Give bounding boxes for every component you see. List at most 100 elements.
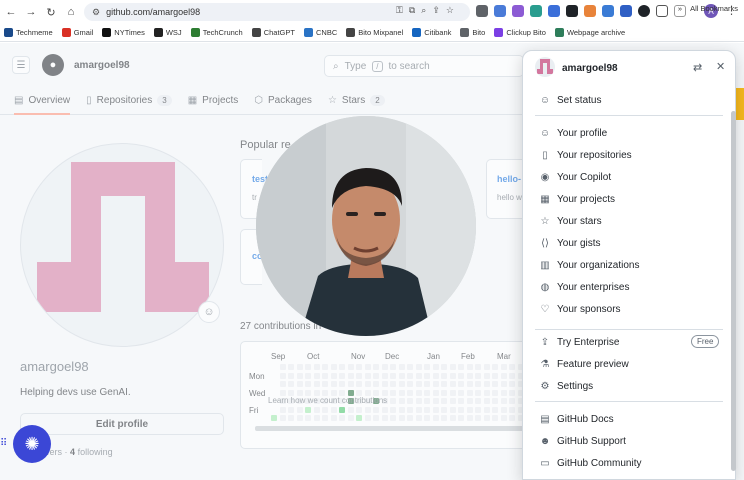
extension-icon[interactable]: [584, 5, 596, 17]
bookmark-item[interactable]: Clickup Bito: [494, 28, 546, 37]
bookmark-favicon-icon: [460, 28, 470, 37]
bookmark-item[interactable]: Techmeme: [4, 28, 53, 37]
extension-icon[interactable]: [476, 5, 488, 17]
menu-your-gists[interactable]: ⟨⟩ Your gists: [539, 237, 601, 249]
bookmark-label: NYTimes: [114, 28, 145, 37]
sparkle-icon: ✺: [24, 433, 40, 454]
bookmark-item[interactable]: Bito: [460, 28, 485, 37]
menu-your-projects[interactable]: ▦ Your projects: [539, 193, 615, 205]
bookmark-label: ChatGPT: [263, 28, 295, 37]
gear-icon: ⚙: [540, 380, 550, 392]
bookmark-favicon-icon: [494, 28, 504, 37]
extension-icon[interactable]: [602, 5, 614, 17]
menu-github-docs[interactable]: ▤ GitHub Docs: [539, 413, 614, 425]
extension-icon[interactable]: [494, 5, 506, 17]
menu-label: Your gists: [557, 237, 601, 249]
bookmark-item[interactable]: NYTimes: [102, 28, 145, 37]
menu-feature-preview[interactable]: ⚗ Feature preview: [539, 358, 629, 370]
menu-label: GitHub Docs: [557, 413, 614, 425]
menu-your-repositories[interactable]: ▯ Your repositories: [539, 149, 632, 161]
copilot-icon: ◉: [540, 171, 550, 183]
bookmark-favicon-icon: [554, 28, 564, 37]
bookmark-item[interactable]: Citibank: [412, 28, 451, 37]
menu-your-copilot[interactable]: ◉ Your Copilot: [539, 171, 612, 183]
beaker-icon: ⚗: [540, 358, 550, 370]
divider: [535, 115, 723, 116]
bookmark-favicon-icon: [4, 28, 13, 37]
site-info-icon[interactable]: ⚙: [92, 7, 100, 18]
bookmark-favicon-icon: [251, 28, 261, 37]
menu-github-community[interactable]: ▭ GitHub Community: [539, 457, 641, 469]
panel-avatar: [535, 57, 555, 77]
person-icon: ☺: [539, 127, 551, 139]
bookmark-item[interactable]: Gmail: [61, 28, 94, 37]
menu-try-enterprise[interactable]: ⇪ Try Enterprise: [539, 336, 620, 348]
organization-icon: ▥: [540, 259, 550, 271]
menu-label: Your stars: [557, 215, 602, 227]
divider: [535, 401, 723, 402]
menu-label: Your organizations: [557, 259, 640, 271]
comment-icon: ▭: [540, 457, 550, 469]
menu-settings[interactable]: ⚙ Settings: [539, 380, 594, 392]
password-key-icon[interactable]: ⚿: [396, 5, 403, 16]
all-bookmarks[interactable]: All Bookmarks: [690, 4, 738, 13]
webcam-overlay: [256, 116, 476, 336]
reload-icon[interactable]: ↻: [44, 5, 58, 19]
share-icon[interactable]: ⇪: [432, 5, 440, 16]
menu-label: Your sponsors: [557, 303, 621, 315]
bookmark-label: Gmail: [73, 28, 94, 37]
close-icon[interactable]: ✕: [716, 60, 725, 73]
extension-icon[interactable]: [530, 5, 542, 17]
free-badge: Free: [691, 335, 720, 348]
drag-handle-icon[interactable]: ⠿: [0, 438, 7, 449]
menu-label: Your profile: [557, 127, 608, 139]
bookmark-item[interactable]: TechCrunch: [190, 28, 243, 37]
menu-your-sponsors[interactable]: ♡ Your sponsors: [539, 303, 621, 315]
bookmark-label: Citibank: [424, 28, 452, 37]
menu-your-profile[interactable]: ☺ Your profile: [539, 127, 607, 139]
menu-label: Settings: [557, 380, 594, 392]
assistant-launcher-button[interactable]: ✺: [13, 425, 51, 463]
extension-icon[interactable]: [638, 5, 650, 17]
menu-label: Your projects: [557, 193, 615, 205]
bookmarks-overflow-icon[interactable]: »: [678, 4, 682, 13]
extension-icon[interactable]: [548, 5, 560, 17]
bookmark-label: CNBC: [315, 28, 338, 37]
extension-icon[interactable]: [512, 5, 524, 17]
back-icon[interactable]: ←: [4, 5, 18, 19]
bookmark-item[interactable]: Bito Mixpanel: [346, 28, 403, 37]
bookmark-item[interactable]: Webpage archive: [554, 28, 626, 37]
menu-your-enterprises[interactable]: ◍ Your enterprises: [539, 281, 630, 293]
menu-label: Your repositories: [557, 149, 632, 161]
panel-scrollbar[interactable]: [731, 111, 736, 471]
bookmark-label: Techmeme: [16, 28, 53, 37]
table-icon: ▦: [540, 193, 550, 205]
menu-label: Feature preview: [557, 358, 629, 370]
menu-github-support[interactable]: ☻ GitHub Support: [539, 435, 626, 447]
extension-icon[interactable]: [566, 5, 578, 17]
smiley-icon: ☺: [539, 94, 551, 106]
divider: [535, 329, 723, 330]
extensions-puzzle-icon[interactable]: [656, 5, 668, 17]
menu-label: Your enterprises: [557, 281, 630, 293]
menu-your-stars[interactable]: ☆ Your stars: [539, 215, 602, 227]
menu-label: GitHub Support: [557, 435, 626, 447]
menu-set-status[interactable]: ☺ Set status: [539, 94, 602, 106]
extension-icon[interactable]: [620, 5, 632, 17]
bookmark-label: Clickup Bito: [506, 28, 546, 37]
forward-icon[interactable]: →: [24, 5, 38, 19]
menu-your-organizations[interactable]: ▥ Your organizations: [539, 259, 639, 271]
bookmark-item[interactable]: CNBC: [303, 28, 338, 37]
switch-account-icon[interactable]: ⇄: [693, 61, 702, 74]
bookmarks-bar: Techmeme Gmail NYTimes WSJ TechCrunch ChatGPT…: [0, 24, 744, 42]
install-app-icon[interactable]: ⧉: [409, 5, 415, 16]
bookmark-label: Bito Mixpanel: [358, 28, 404, 37]
bookmark-item[interactable]: WSJ: [153, 28, 182, 37]
bookmark-item[interactable]: ChatGPT: [251, 28, 295, 37]
bookmark-star-icon[interactable]: ☆: [446, 5, 454, 16]
home-icon[interactable]: ⌂: [64, 5, 78, 19]
bookmark-favicon-icon: [153, 28, 163, 37]
bookmark-favicon-icon: [412, 28, 422, 37]
zoom-icon[interactable]: ⌕: [421, 5, 426, 16]
bookmark-label: Webpage archive: [566, 28, 626, 37]
